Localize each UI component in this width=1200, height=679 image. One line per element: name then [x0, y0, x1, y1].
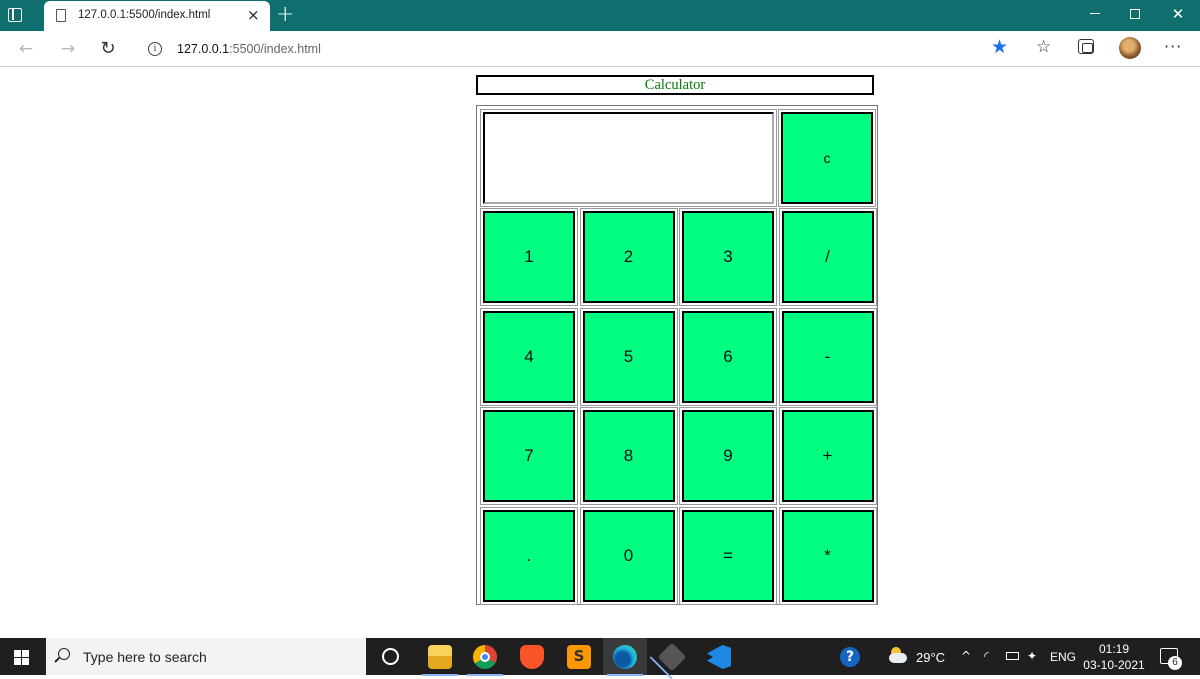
key-cell: = — [679, 506, 777, 605]
sublime-text-icon[interactable] — [567, 645, 591, 669]
tray-chevron-icon[interactable]: ^ — [961, 648, 971, 664]
close-window-button[interactable]: ✕ — [1163, 4, 1193, 24]
key-cell: 2 — [579, 208, 678, 306]
brave-icon[interactable] — [520, 645, 544, 669]
key-cell: - — [778, 307, 877, 406]
page-content: Calculator c 1 2 3/ 4 5 6- 7 8 9 +. 0 = * — [0, 67, 1200, 638]
clock-date: 03-10-2021 — [1083, 658, 1145, 672]
calculator-display[interactable] — [483, 112, 774, 204]
key-cell: 5 — [579, 307, 678, 406]
refresh-button[interactable]: ↻ — [94, 36, 122, 62]
calculator-grid: c 1 2 3/ 4 5 6- 7 8 9 +. 0 = * — [476, 105, 878, 605]
browser-toolbar: ← → ↻ i 127.0.0.1:5500/index.html — [0, 31, 1200, 67]
key-cell: 1 — [480, 208, 578, 306]
site-info-icon[interactable]: i — [148, 42, 162, 56]
notification-count-badge: 6 — [1168, 656, 1182, 670]
browser-tab[interactable]: 127.0.0.1:5500/index.html × — [44, 1, 270, 31]
clock[interactable]: 01:19 03-10-2021 — [1082, 641, 1146, 673]
key-digit-2-button[interactable]: 2 — [582, 211, 675, 303]
chrome-icon[interactable] — [467, 645, 503, 676]
browser-tab-strip: 127.0.0.1:5500/index.html × + ✕ — [0, 0, 1200, 31]
key-digit-5-button[interactable]: 5 — [582, 310, 675, 403]
search-placeholder: Type here to search — [83, 649, 207, 665]
key-divide-button[interactable]: / — [781, 211, 874, 303]
key-digit-1-button[interactable]: 1 — [483, 211, 575, 303]
key-cell: . — [480, 506, 578, 605]
vscode-icon[interactable] — [707, 645, 731, 669]
key-cell: 6 — [679, 307, 777, 406]
windows-start-icon[interactable] — [14, 650, 29, 665]
page-icon — [56, 9, 66, 22]
help-icon[interactable]: ? — [840, 647, 860, 667]
key-digit-7-button[interactable]: 7 — [483, 410, 575, 502]
key-cell: * — [778, 506, 877, 605]
key-digit-6-button[interactable]: 6 — [682, 310, 774, 403]
key-cell: + — [778, 407, 877, 505]
calculator-title: Calculator — [476, 75, 874, 95]
dropbox-icon[interactable]: ✦ — [1027, 648, 1037, 664]
battery-icon[interactable] — [1006, 652, 1019, 660]
edge-icon[interactable] — [607, 645, 643, 676]
search-icon — [58, 648, 70, 660]
key-digit-3-button[interactable]: 3 — [682, 211, 774, 303]
back-button[interactable]: ← — [12, 36, 40, 62]
taskbar-search[interactable]: Type here to search — [46, 638, 366, 675]
more-menu-icon[interactable]: ··· — [1164, 35, 1182, 59]
clear-button[interactable]: c — [781, 112, 873, 204]
key-cell: 9 — [679, 407, 777, 505]
key-plus-button[interactable]: + — [781, 410, 874, 502]
new-tab-button[interactable]: + — [276, 3, 294, 27]
clock-time: 01:19 — [1098, 642, 1130, 656]
key-cell: 0 — [579, 506, 678, 605]
temperature[interactable]: 29°C — [916, 650, 945, 665]
url-host: 127.0.0.1 — [177, 42, 230, 56]
clear-cell: c — [778, 109, 876, 207]
forward-button[interactable]: → — [54, 36, 82, 62]
address-bar[interactable]: i 127.0.0.1:5500/index.html — [137, 35, 1023, 63]
tab-title: 127.0.0.1:5500/index.html — [78, 9, 211, 21]
url-text[interactable]: 127.0.0.1:5500/index.html — [177, 42, 321, 56]
display-cell — [480, 109, 777, 207]
key-cell: 4 — [480, 307, 578, 406]
key-minus-button[interactable]: - — [781, 310, 874, 403]
key-equals-button[interactable]: = — [682, 509, 774, 602]
weather-icon[interactable] — [888, 647, 908, 665]
key-digit-9-button[interactable]: 9 — [682, 410, 774, 502]
key-cell: 7 — [480, 407, 578, 505]
key-cell: 8 — [579, 407, 678, 505]
wifi-icon[interactable]: ◜ — [984, 648, 989, 664]
url-path: :5500/index.html — [229, 42, 321, 56]
key-cell: / — [778, 208, 877, 306]
key-digit-4-button[interactable]: 4 — [483, 310, 575, 403]
key-digit-8-button[interactable]: 8 — [582, 410, 675, 502]
restore-button[interactable] — [1120, 4, 1150, 24]
file-explorer-icon[interactable] — [422, 645, 458, 676]
key-multiply-button[interactable]: * — [781, 509, 874, 602]
favorite-star-icon[interactable]: ★ — [991, 36, 1008, 58]
git-icon[interactable] — [657, 642, 687, 672]
collections-icon[interactable] — [1078, 39, 1094, 54]
key-decimal-button[interactable]: . — [483, 509, 575, 602]
taskbar: Type here to search ? 29°C ^ ◜ ✦ ENG 01:… — [0, 638, 1200, 676]
tab-close-icon[interactable]: × — [247, 7, 260, 23]
favorites-icon[interactable]: ☆ — [1036, 37, 1051, 57]
tab-actions-icon[interactable] — [8, 8, 22, 22]
key-cell: 3 — [679, 208, 777, 306]
profile-avatar[interactable] — [1119, 37, 1141, 59]
language-indicator[interactable]: ENG — [1050, 650, 1076, 664]
cortana-icon[interactable] — [382, 648, 399, 665]
key-digit-0-button[interactable]: 0 — [582, 509, 675, 602]
minimize-button[interactable] — [1080, 4, 1110, 24]
